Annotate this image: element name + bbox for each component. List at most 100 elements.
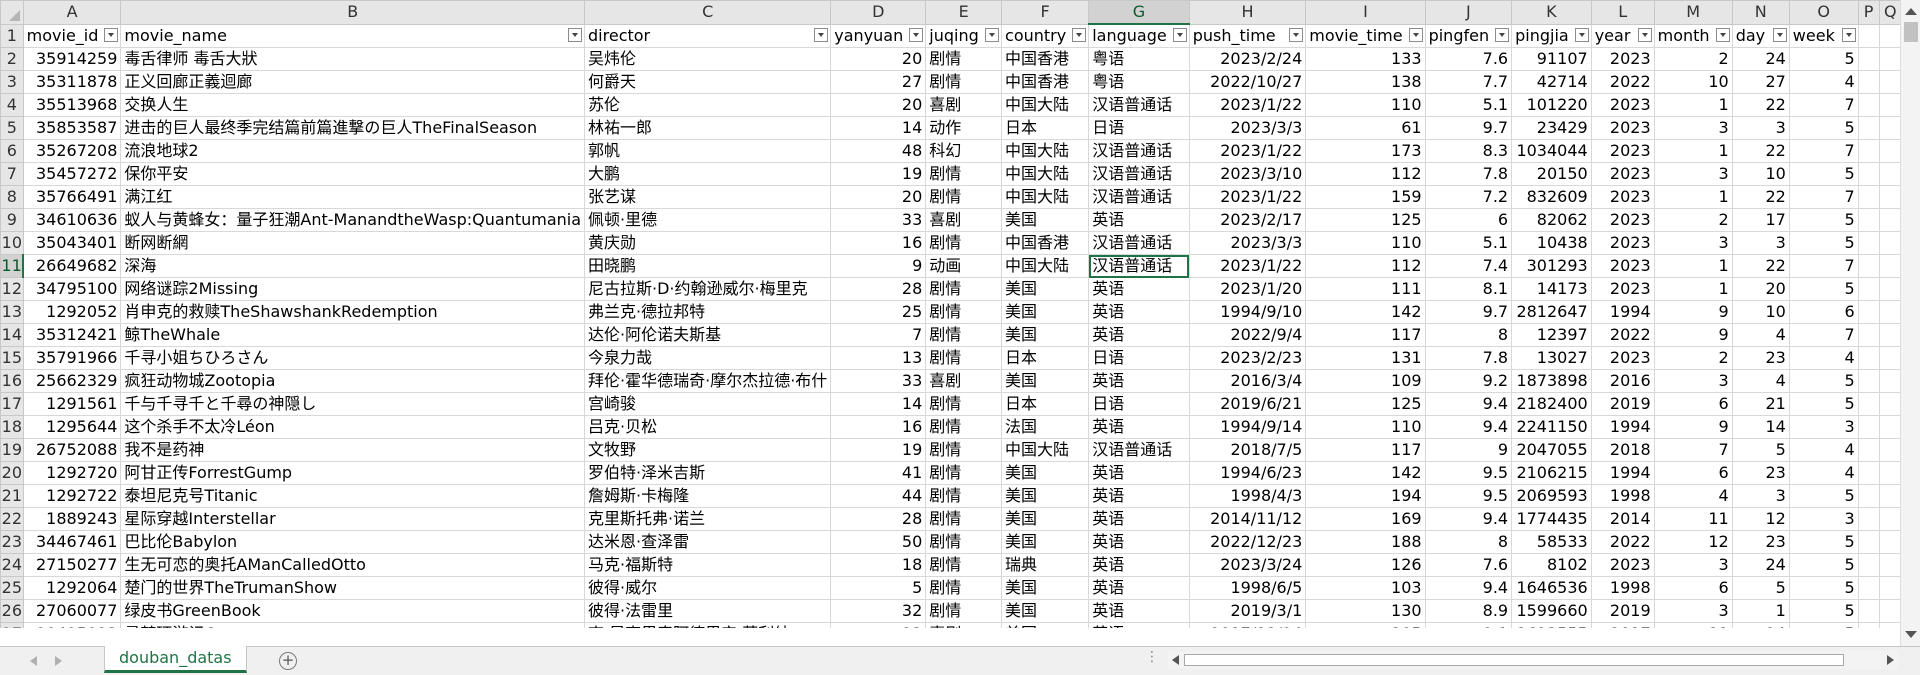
- cell[interactable]: 5: [1731, 576, 1790, 600]
- cell[interactable]: 苏伦: [584, 93, 832, 117]
- cell[interactable]: [1857, 484, 1880, 508]
- cell[interactable]: 194: [1305, 484, 1426, 508]
- cell[interactable]: [1857, 553, 1880, 577]
- cell[interactable]: 詹姆斯·卡梅隆: [584, 484, 832, 508]
- cell[interactable]: 英语: [1088, 415, 1190, 439]
- cell[interactable]: 28: [830, 507, 927, 531]
- cell[interactable]: 8.9: [1424, 599, 1513, 623]
- cell[interactable]: 2018/7/5: [1188, 438, 1307, 462]
- cell[interactable]: 流浪地球2: [120, 139, 586, 163]
- cell[interactable]: 汉语普通话: [1088, 162, 1190, 186]
- cell[interactable]: 5: [1788, 277, 1859, 301]
- field-header-cell[interactable]: language: [1088, 23, 1190, 48]
- column-header-d[interactable]: D: [830, 0, 927, 25]
- row-header[interactable]: 14: [0, 323, 24, 347]
- data-table[interactable]: A B C D E F G H I J K L M N O P Q 1 movie_id movie_name dire…: [0, 0, 1902, 628]
- cell[interactable]: 34610636: [22, 208, 122, 232]
- cell[interactable]: 郭帆: [584, 139, 832, 163]
- cell[interactable]: 2: [1653, 208, 1733, 232]
- cell[interactable]: [1857, 323, 1880, 347]
- cell[interactable]: 22: [1731, 185, 1790, 209]
- column-header-c[interactable]: C: [584, 0, 832, 25]
- cell[interactable]: 7: [1653, 438, 1733, 462]
- cell[interactable]: 满江红: [120, 185, 586, 209]
- cell[interactable]: 中国大陆: [1001, 254, 1090, 278]
- cell[interactable]: [1857, 461, 1880, 485]
- cell[interactable]: 美国: [1001, 323, 1090, 347]
- cell[interactable]: 3: [1653, 231, 1733, 255]
- horizontal-scroll-thumb[interactable]: [1184, 654, 1844, 666]
- cell[interactable]: 9.2: [1424, 369, 1513, 393]
- cell[interactable]: 1994: [1590, 415, 1655, 439]
- cell[interactable]: [1857, 185, 1880, 209]
- cell[interactable]: 美国: [1001, 599, 1090, 623]
- cell[interactable]: 中国香港: [1001, 231, 1090, 255]
- cell[interactable]: 文牧野: [584, 438, 832, 462]
- cell[interactable]: 24: [1731, 622, 1790, 628]
- cell[interactable]: 32: [830, 599, 927, 623]
- field-header-cell[interactable]: month: [1653, 23, 1733, 48]
- cell[interactable]: 20: [830, 185, 927, 209]
- cell[interactable]: 肖申克的救赎TheShawshankRedemption: [120, 300, 586, 324]
- cell[interactable]: 8102: [1511, 553, 1592, 577]
- cell[interactable]: 2023: [1590, 208, 1655, 232]
- cell[interactable]: 3: [1788, 507, 1859, 531]
- cell[interactable]: 喜剧: [925, 93, 1003, 117]
- cell[interactable]: 159: [1305, 185, 1426, 209]
- cell[interactable]: 5: [1788, 369, 1859, 393]
- column-header-n[interactable]: N: [1731, 0, 1790, 25]
- field-header-cell[interactable]: day: [1731, 23, 1790, 48]
- filter-dropdown-icon[interactable]: [568, 27, 583, 42]
- cell[interactable]: 交换人生: [120, 93, 586, 117]
- cell[interactable]: [1857, 392, 1880, 416]
- cell[interactable]: 101220: [1511, 93, 1592, 117]
- cell[interactable]: 22: [1731, 254, 1790, 278]
- cell[interactable]: 13027: [1511, 346, 1592, 370]
- cell[interactable]: 2022/12/23: [1188, 530, 1307, 554]
- cell[interactable]: 35766491: [22, 185, 122, 209]
- cell[interactable]: 33: [830, 369, 927, 393]
- cell[interactable]: 5: [1788, 47, 1859, 71]
- cell[interactable]: 23429: [1511, 116, 1592, 140]
- cell[interactable]: 1998: [1590, 576, 1655, 600]
- cell[interactable]: [1878, 93, 1902, 117]
- cell[interactable]: 2023: [1590, 277, 1655, 301]
- cell[interactable]: 毒舌律师 毒舌大狀: [120, 47, 586, 71]
- cell[interactable]: 33: [830, 208, 927, 232]
- cell[interactable]: 7.6: [1424, 553, 1513, 577]
- filter-dropdown-icon[interactable]: [1072, 27, 1087, 42]
- cell[interactable]: [1857, 369, 1880, 393]
- cell[interactable]: 英语: [1088, 277, 1190, 301]
- cell[interactable]: 2023: [1590, 139, 1655, 163]
- cell[interactable]: 2023/1/22: [1188, 139, 1307, 163]
- cell[interactable]: 105: [1305, 622, 1426, 628]
- cell[interactable]: 11: [1653, 507, 1733, 531]
- cell[interactable]: 1: [1731, 599, 1790, 623]
- cell[interactable]: 12: [1731, 507, 1790, 531]
- cell[interactable]: 35914259: [22, 47, 122, 71]
- cell[interactable]: 5: [1788, 231, 1859, 255]
- filter-dropdown-icon[interactable]: [1715, 27, 1730, 42]
- cell[interactable]: 英语: [1088, 300, 1190, 324]
- cell[interactable]: 19: [830, 162, 927, 186]
- cell[interactable]: 35457272: [22, 162, 122, 186]
- column-header-a[interactable]: A: [22, 0, 122, 25]
- cell[interactable]: 3: [1653, 553, 1733, 577]
- cell[interactable]: [1857, 576, 1880, 600]
- cell[interactable]: 粤语: [1088, 47, 1190, 71]
- cell[interactable]: 2: [1653, 47, 1733, 71]
- field-header-cell[interactable]: country: [1001, 23, 1090, 48]
- cell[interactable]: 何爵天: [584, 70, 832, 94]
- cell[interactable]: 2069593: [1511, 484, 1592, 508]
- cell[interactable]: 9: [1653, 300, 1733, 324]
- cell[interactable]: 美国: [1001, 369, 1090, 393]
- cell[interactable]: 保你平安: [120, 162, 586, 186]
- cell[interactable]: 美国: [1001, 300, 1090, 324]
- filter-dropdown-icon[interactable]: [1495, 27, 1510, 42]
- cell[interactable]: 14: [830, 392, 927, 416]
- cell[interactable]: 35853587: [22, 116, 122, 140]
- field-header-cell[interactable]: pingjia: [1511, 23, 1592, 48]
- cell[interactable]: 5: [1788, 116, 1859, 140]
- cell[interactable]: 2023/3/3: [1188, 116, 1307, 140]
- cell[interactable]: [1878, 392, 1902, 416]
